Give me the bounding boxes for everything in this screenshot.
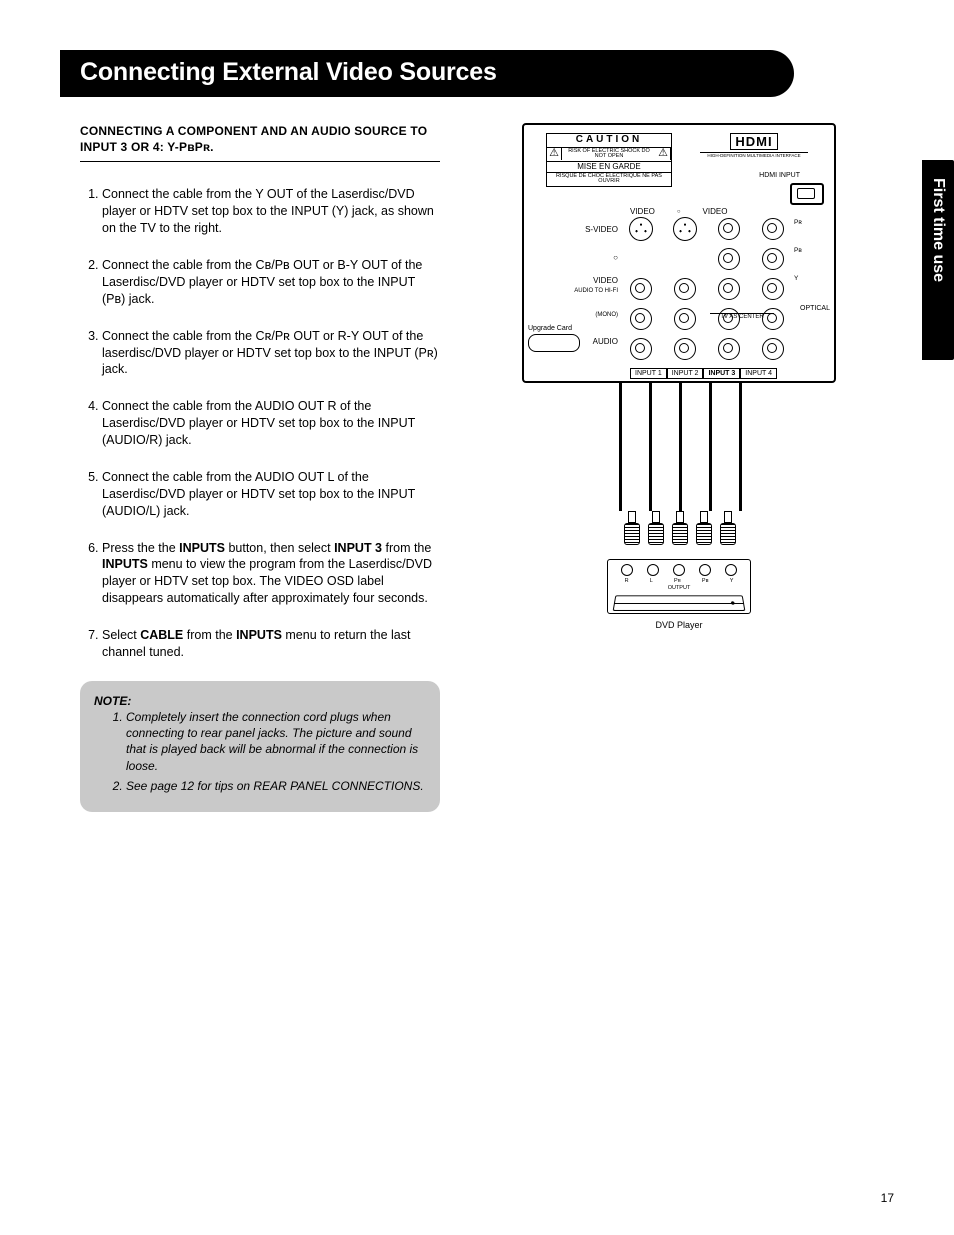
steps-list: Connect the cable from the Y OUT of the … [80,186,440,660]
caution-label: CAUTION ⚠ RISK OF ELECTRIC SHOCK DO NOT … [546,133,672,187]
subheading: CONNECTING A COMPONENT AND AN AUDIO SOUR… [80,123,440,162]
page-number: 17 [881,1191,894,1205]
note-2: See page 12 for tips on REAR PANEL CONNE… [126,778,426,794]
tv-as-center-label: TV AS CENTER [710,313,774,320]
plug-icon [696,511,710,545]
upgrade-slot-icon [528,334,580,352]
cable-lines-icon [599,381,759,511]
optical-label: OPTICAL [800,305,830,312]
jack-icon [630,308,652,330]
jack-icon [718,278,740,300]
svideo-jack-icon [629,217,653,241]
svideo-jack-icon [673,217,697,241]
jack-icon [718,248,740,270]
cable-plugs [589,511,769,545]
jack-icon [630,338,652,360]
jack-icon [718,338,740,360]
step-4: Connect the cable from the AUDIO OUT R o… [102,398,440,449]
note-label: NOTE: [94,694,131,708]
page-title: Connecting External Video Sources [60,50,794,97]
hdmi-logo: HDMI HIGH-DEFINITION MULTIMEDIA INTERFAC… [700,133,808,179]
jack-icon [630,278,652,300]
jack-icon [674,308,696,330]
plug-icon [672,511,686,545]
jack-icon [718,218,740,240]
plug-icon [624,511,638,545]
note-1: Completely insert the connection cord pl… [126,709,426,774]
dvd-jack-icon [621,564,633,576]
instructions-column: CONNECTING A COMPONENT AND AN AUDIO SOUR… [60,123,440,812]
jack-icon [674,278,696,300]
jack-grid [622,215,792,363]
plug-icon [648,511,662,545]
dvd-jack-icon [699,564,711,576]
note-box: NOTE: Completely insert the connection c… [80,681,440,812]
side-tab: First time use [922,160,954,360]
jack-icon [762,338,784,360]
step-1: Connect the cable from the Y OUT of the … [102,186,440,237]
step-6: Press the the INPUTS button, then select… [102,540,440,608]
dvd-player-diagram: R L Pʀ Pʙ Y OUTPUT [607,559,751,614]
hdmi-port-icon [790,183,824,205]
jack-icon [674,338,696,360]
plug-icon [720,511,734,545]
upgrade-card: Upgrade Card [528,325,580,352]
jack-icon [762,248,784,270]
input-labels: INPUT 1 INPUT 2 INPUT 3 INPUT 4 [630,368,777,379]
component-labels: Pʀ Pʙ Y [794,219,802,303]
dvd-jack-icon [673,564,685,576]
shock-icon: ⚠ [547,148,562,160]
jack-icon [762,218,784,240]
dvd-tray-icon [613,595,746,611]
warning-icon: ⚠ [656,148,671,160]
dvd-caption: DVD Player [655,620,702,630]
dvd-jack-icon [725,564,737,576]
step-7: Select CABLE from the INPUTS menu to ret… [102,627,440,661]
tv-rear-panel: CAUTION ⚠ RISK OF ELECTRIC SHOCK DO NOT … [522,123,836,383]
diagram-column: CAUTION ⚠ RISK OF ELECTRIC SHOCK DO NOT … [464,123,894,812]
step-2: Connect the cable from the Cʙ/Pʙ OUT or … [102,257,440,308]
dvd-jack-icon [647,564,659,576]
step-5: Connect the cable from the AUDIO OUT L o… [102,469,440,520]
jack-icon [762,278,784,300]
step-3: Connect the cable from the Cʀ/Pʀ OUT or … [102,328,440,379]
